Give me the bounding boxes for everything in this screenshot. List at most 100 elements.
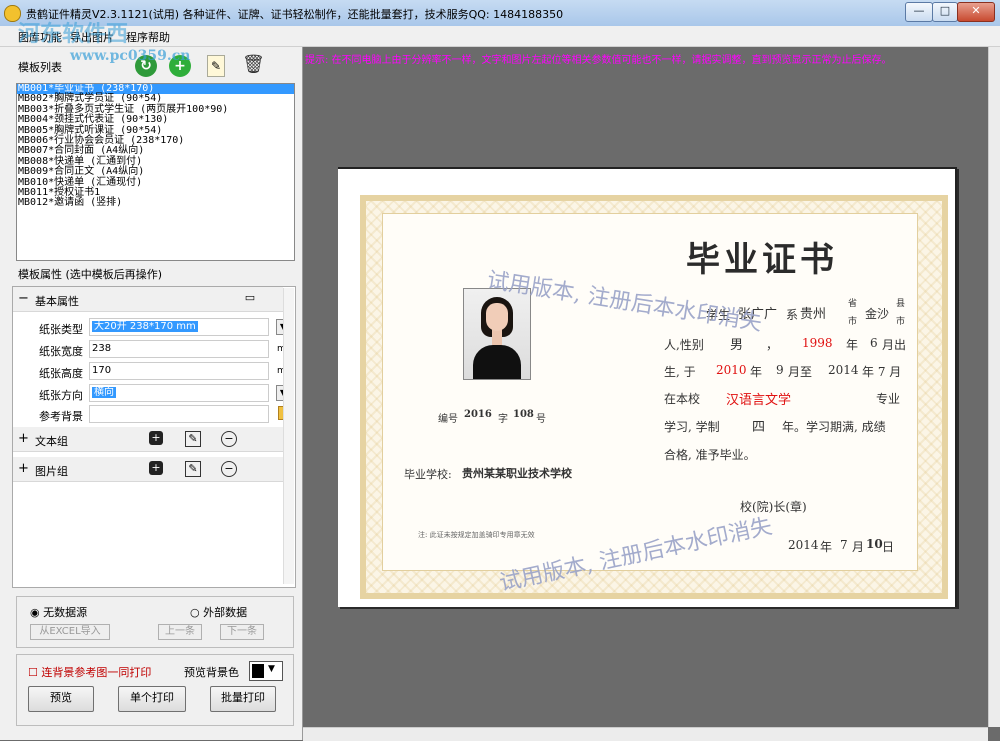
city[interactable]: 金沙 <box>865 305 889 322</box>
shi-label-2: 市 <box>896 317 906 327</box>
preview-bg-label: 预览背景色 <box>184 666 239 679</box>
paper-height-input[interactable]: 170 <box>89 362 269 380</box>
major-suffix: 专业 <box>876 392 901 406</box>
issue-yue-label: 月 <box>852 540 865 554</box>
image-group-header[interactable]: + 图片组 + ✎ − <box>13 457 283 482</box>
certificate-title[interactable]: 毕业证书 <box>686 232 838 281</box>
template-list-title: 模板列表 <box>18 61 62 74</box>
template-list[interactable]: MB001*毕业证书 (238*170) MB002*胸牌式学员证 (90*54… <box>16 83 295 261</box>
issue-ri-label: 日 <box>882 540 895 554</box>
school-name[interactable]: 贵州某某职业技术学校 <box>462 465 572 481</box>
study-suffix: 年。学习期满, 成绩 <box>782 420 886 434</box>
issue-day[interactable]: 10 <box>866 537 883 551</box>
hao-label: 号 <box>536 414 546 425</box>
student-photo[interactable] <box>463 288 531 380</box>
major[interactable]: 汉语言文学 <box>726 389 791 408</box>
birth-year[interactable]: 1998 <box>802 336 833 350</box>
menu-item-help[interactable]: 程序帮助 <box>126 29 170 45</box>
minimize-button[interactable]: — <box>905 2 933 22</box>
print-batch-button[interactable]: 批量打印 <box>210 686 276 712</box>
paper-type-select[interactable]: 大20开 238*170 mm <box>89 318 269 336</box>
edit-icon[interactable]: ✎ <box>207 55 225 77</box>
expand-icon[interactable]: + <box>18 431 29 446</box>
canvas-vertical-scrollbar[interactable] <box>988 47 1000 727</box>
birth-month[interactable]: 6 <box>870 336 878 350</box>
province[interactable]: 贵州 <box>800 303 826 322</box>
maximize-button[interactable]: □ <box>932 2 958 22</box>
expand-icon[interactable]: + <box>18 461 29 476</box>
issue-year[interactable]: 2014 <box>788 538 819 552</box>
plus-icon[interactable]: + <box>149 431 163 445</box>
list-item[interactable]: MB009*合同正文 (A4纵向) <box>17 166 294 177</box>
no-source-radio[interactable]: ◉ 无数据源 <box>30 604 87 620</box>
start-year[interactable]: 2010 <box>716 363 747 377</box>
save-icon[interactable]: ▭ <box>243 291 257 305</box>
issue-nian-label: 年 <box>820 540 833 554</box>
gender[interactable]: 男 <box>730 334 743 353</box>
paper-width-label: 纸张宽度 <box>39 345 83 358</box>
property-grid: − 基本属性 ▭ 纸张类型 大20开 238*170 mm ▼ 纸张宽度 238… <box>12 286 296 588</box>
plus-icon[interactable]: + <box>149 461 163 475</box>
gender-label: 人,性别 <box>664 338 704 352</box>
import-excel-button[interactable]: 从EXCEL导入 <box>30 624 110 640</box>
orientation-label: 纸张方向 <box>39 389 83 402</box>
external-data-radio[interactable]: ○ 外部数据 <box>190 604 247 620</box>
number-label: 编号 <box>438 414 458 425</box>
collapse-icon[interactable]: − <box>18 291 29 306</box>
delete-icon[interactable]: 🗑 <box>242 55 265 75</box>
paper-type-row: 纸张类型 大20开 238*170 mm ▼ <box>35 317 293 337</box>
prev-button[interactable]: 上一条 <box>158 624 202 640</box>
sheng-yu-label: 生, 于 <box>664 365 696 379</box>
basic-group-header[interactable]: − 基本属性 ▭ <box>13 287 283 312</box>
title-bar: 贵鹤证件精灵V2.3.1121(试用) 各种证件、证牌、证书轻松制作，还能批量套… <box>0 0 1000 27</box>
background-row: 参考背景 <box>35 404 293 424</box>
canvas-horizontal-scrollbar[interactable] <box>303 727 988 741</box>
number-year[interactable]: 2016 <box>464 409 492 420</box>
end-year[interactable]: 2014 <box>828 363 859 377</box>
minus-icon[interactable]: − <box>221 431 237 447</box>
minus-icon[interactable]: − <box>221 461 237 477</box>
preview-bg-color-picker[interactable]: ▼ <box>249 661 283 681</box>
list-item[interactable]: MB004*颈挂式代表证 (90*130) <box>17 114 294 125</box>
note-text: 注: 此证未按规定加盖骑印专用章无效 <box>418 531 535 539</box>
print-bg-checkbox[interactable]: ☐ 连背景参考图一同打印 <box>28 664 151 680</box>
orientation-select[interactable]: 横向 <box>89 384 269 402</box>
sheng-label: 省 <box>848 299 858 309</box>
paper-height-row: 纸张高度 170 mm <box>35 361 295 381</box>
edit-icon[interactable]: ✎ <box>185 431 201 447</box>
props-scrollbar[interactable] <box>283 288 294 584</box>
color-swatch <box>252 664 264 678</box>
end-month: 年 7 月 <box>862 365 902 379</box>
graduate-text: 合格, 准予毕业。 <box>664 448 756 462</box>
preview-button[interactable]: 预览 <box>28 686 94 712</box>
nian-label-2: 年 <box>750 365 763 379</box>
site-watermark-url: www.pc0359.cn <box>70 48 191 64</box>
next-button[interactable]: 下一条 <box>220 624 264 640</box>
text-group-label: 文本组 <box>35 435 68 448</box>
hint-text: 提示: 在不同电脑上由于分辨率不一样，文字和图片左起位等相关参数值可能也不一样，… <box>305 55 892 66</box>
zi-label: 字 <box>498 414 508 425</box>
close-button[interactable]: ✕ <box>957 2 995 22</box>
nian-label: 年 <box>846 338 859 352</box>
study-label: 学习, 学制 <box>664 420 720 434</box>
comma: ， <box>766 338 779 352</box>
image-group-label: 图片组 <box>35 465 68 478</box>
paper-width-input[interactable]: 238 <box>89 340 269 358</box>
certificate-number[interactable]: 108 <box>513 409 534 420</box>
text-group-header[interactable]: + 文本组 + ✎ − <box>13 427 283 452</box>
background-input[interactable] <box>89 405 269 423</box>
duration[interactable]: 四 <box>752 416 765 435</box>
basic-group-label: 基本属性 <box>35 295 79 308</box>
xian-label: 县 <box>896 299 906 309</box>
list-item[interactable]: MB012*邀请函 (竖排) <box>17 197 294 208</box>
print-single-button[interactable]: 单个打印 <box>118 686 186 712</box>
at-school-label: 在本校 <box>664 392 701 406</box>
site-watermark: 河东软件西 <box>18 22 129 47</box>
paper-height-label: 纸张高度 <box>39 367 83 380</box>
issue-month[interactable]: 7 <box>840 538 848 552</box>
orientation-row: 纸张方向 横向 ▼ <box>35 383 293 403</box>
start-month[interactable]: 9 <box>776 363 784 377</box>
background-label: 参考背景 <box>39 410 83 423</box>
edit-icon[interactable]: ✎ <box>185 461 201 477</box>
born-label: 月出 <box>882 338 907 352</box>
